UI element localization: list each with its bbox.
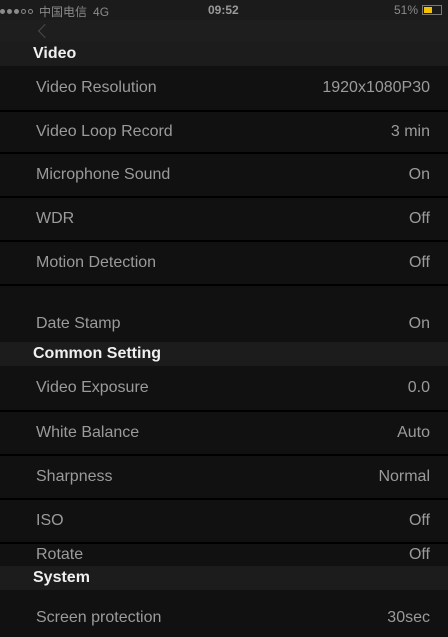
- setting-row-iso[interactable]: ISO Off: [0, 500, 448, 542]
- setting-value: Off: [408, 254, 430, 271]
- status-right: 51%: [394, 3, 442, 17]
- setting-row-sharpness[interactable]: Sharpness Normal: [0, 456, 448, 498]
- signal-dot: [7, 9, 12, 14]
- setting-label: Video Loop Record: [36, 123, 173, 140]
- signal-dot: [0, 9, 5, 14]
- signal-dot: [21, 9, 26, 14]
- setting-value: Off: [408, 546, 430, 563]
- signal-dot: [28, 9, 33, 14]
- setting-value: Normal: [378, 468, 430, 485]
- setting-label: Video Exposure: [36, 379, 149, 396]
- setting-label: Motion Detection: [36, 254, 157, 271]
- carrier-name: 中国电信: [39, 5, 88, 19]
- setting-label: Date Stamp: [36, 315, 121, 332]
- setting-label: Sharpness: [36, 468, 113, 485]
- battery-icon: [422, 5, 442, 15]
- setting-value: On: [408, 166, 430, 183]
- setting-label: Microphone Sound: [36, 166, 171, 183]
- setting-label: Screen protection: [36, 609, 162, 626]
- section-header-common-setting: Common Setting: [0, 342, 448, 366]
- signal-strength-icon: [0, 9, 33, 14]
- battery-fill: [424, 7, 433, 13]
- setting-value: Off: [408, 512, 430, 529]
- setting-label: Rotate: [36, 546, 84, 563]
- setting-row-screen-protection[interactable]: Screen protection 30sec: [0, 590, 448, 637]
- setting-value: Off: [408, 210, 430, 227]
- setting-row-video-resolution[interactable]: Video Resolution 1920x1080P30: [0, 66, 448, 110]
- setting-row-rotate[interactable]: Rotate Off: [0, 544, 448, 566]
- setting-value: 3 min: [390, 123, 430, 140]
- network-type: 4G: [93, 4, 110, 19]
- setting-label: ISO: [36, 512, 64, 529]
- nav-bar: [0, 20, 448, 42]
- chevron-left-icon[interactable]: [37, 23, 53, 39]
- setting-row-microphone-sound[interactable]: Microphone Sound On: [0, 154, 448, 196]
- status-time: 09:52: [208, 3, 239, 17]
- setting-row-white-balance[interactable]: White Balance Auto: [0, 412, 448, 454]
- setting-value: 30sec: [387, 609, 430, 626]
- status-left: 中国电信 4G: [0, 3, 109, 20]
- setting-row-video-loop-record[interactable]: Video Loop Record 3 min: [0, 112, 448, 152]
- setting-row-wdr[interactable]: WDR Off: [0, 198, 448, 240]
- signal-dot: [14, 9, 19, 14]
- setting-value: Auto: [397, 424, 430, 441]
- status-bar: 中国电信 4G 09:52 51%: [0, 0, 448, 20]
- setting-value: 0.0: [407, 379, 430, 396]
- setting-label: White Balance: [36, 424, 140, 441]
- setting-value: On: [408, 315, 430, 332]
- section-header-system: System: [0, 566, 448, 590]
- setting-label: Video Resolution: [36, 79, 157, 96]
- section-header-video: Video: [0, 42, 448, 66]
- setting-value: 1920x1080P30: [322, 79, 430, 96]
- setting-row-motion-detection[interactable]: Motion Detection Off: [0, 242, 448, 284]
- setting-label: WDR: [36, 210, 75, 227]
- setting-row-date-stamp[interactable]: Date Stamp On: [0, 286, 448, 342]
- battery-percent: 51%: [393, 3, 418, 17]
- setting-row-video-exposure[interactable]: Video Exposure 0.0: [0, 366, 448, 410]
